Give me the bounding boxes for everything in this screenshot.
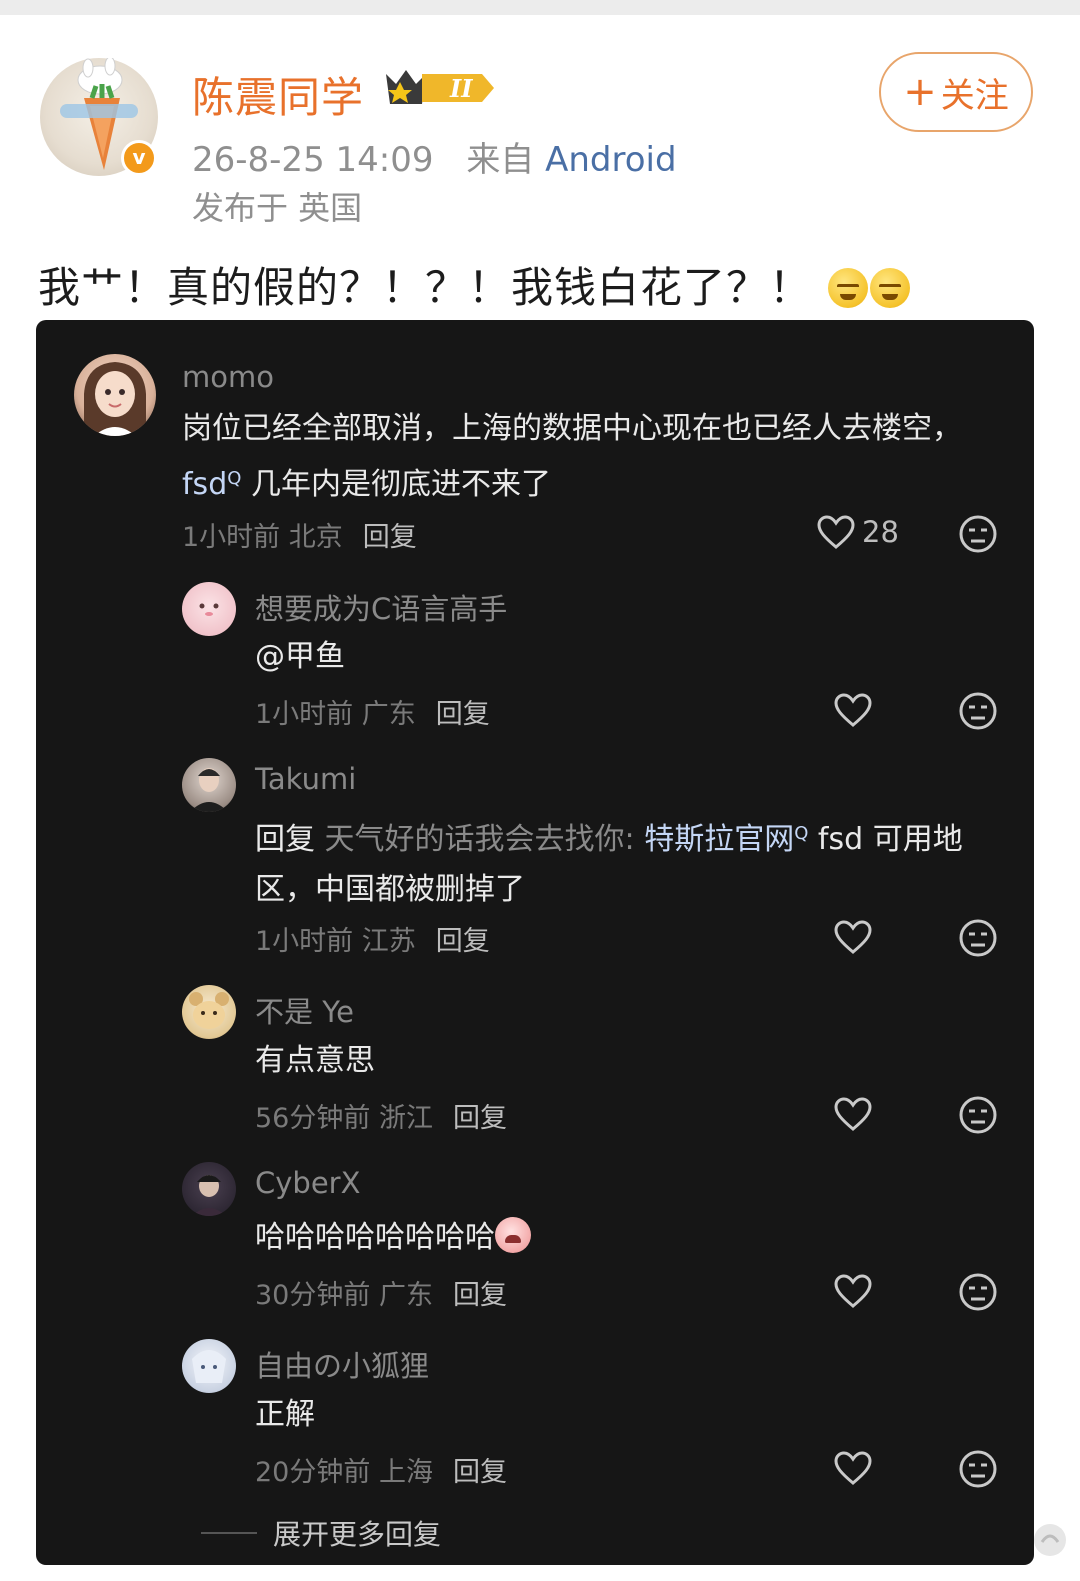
reply-prefix: 回复 — [255, 822, 315, 857]
comment-time: 20分钟前 上海 — [255, 1457, 433, 1488]
search-icon: Q — [227, 468, 242, 489]
comment-text-part: 区，中国都被删掉了 — [255, 872, 525, 907]
post-source[interactable]: Android — [545, 140, 676, 180]
reply-button[interactable]: 回复 — [453, 1457, 507, 1488]
heart-icon — [834, 1451, 872, 1485]
post-text-content: 我艹！真的假的？！？！我钱白花了？！ — [38, 263, 813, 312]
like-button[interactable] — [833, 1450, 873, 1486]
post-meta: 26-8-25 14:09 来自 Android — [192, 132, 677, 181]
dislike-face-icon[interactable] — [958, 514, 998, 558]
comment-username[interactable]: Takumi — [255, 762, 356, 796]
comment-text: 岗位已经全部取消，上海的数据中心现在也已经人去楼空， fsdQ 几年内是彻底进不… — [182, 404, 972, 510]
dislike-face-icon[interactable] — [958, 1095, 998, 1139]
follow-label: 关注 — [940, 75, 1009, 116]
fsd-link[interactable]: fsd — [182, 467, 227, 502]
plus-icon: + — [903, 69, 937, 115]
heart-icon — [834, 920, 872, 954]
reply-button[interactable]: 回复 — [436, 699, 490, 730]
comment-time: 1小时前 江苏 — [255, 926, 416, 957]
comment-username[interactable]: 想要成为C语言高手 — [255, 586, 507, 628]
comment-text: @甲鱼 — [255, 639, 345, 674]
dislike-face-icon[interactable] — [958, 918, 998, 962]
comment-meta: 1小时前 广东 回复 — [255, 692, 490, 731]
heart-icon — [834, 1274, 872, 1308]
comment-username[interactable]: CyberX — [255, 1166, 360, 1200]
comment-meta: 56分钟前 浙江 回复 — [255, 1096, 507, 1135]
dizzy-face-icon — [870, 268, 911, 308]
comment-username[interactable]: 自由の小狐狸 — [255, 1343, 429, 1385]
comment-meta: 1小时前 江苏 回复 — [255, 919, 490, 958]
comment-text-part: 岗位已经全部取消，上海的数据中心现在也已经人去楼空， — [182, 411, 962, 446]
comment-username[interactable]: 不是 Ye — [255, 989, 354, 1031]
comment-meta: 20分钟前 上海 回复 — [255, 1450, 507, 1489]
expand-more-label: 展开更多回复 — [273, 1518, 442, 1551]
comment-meta: 1小时前 北京 回复 — [182, 515, 417, 554]
avatar[interactable] — [182, 1339, 236, 1393]
like-button[interactable] — [833, 692, 873, 728]
divider — [201, 1532, 257, 1534]
level-crown-badge[interactable]: II — [382, 64, 496, 114]
author-name[interactable]: 陈震同学 — [192, 64, 364, 125]
comment-time: 56分钟前 浙江 — [255, 1103, 433, 1134]
dislike-face-icon[interactable] — [958, 1449, 998, 1493]
watermark-logo-icon — [1034, 1524, 1066, 1556]
reply-button[interactable]: 回复 — [363, 522, 417, 553]
crying-face-icon — [495, 1217, 531, 1253]
comment-text: 有点意思 — [255, 1043, 375, 1078]
expand-more-replies[interactable]: 展开更多回复 — [201, 1513, 441, 1553]
heart-icon — [834, 1097, 872, 1131]
reply-button[interactable]: 回复 — [453, 1280, 507, 1311]
comment-time: 30分钟前 广东 — [255, 1280, 433, 1311]
comment-text: 哈哈哈哈哈哈哈哈 — [255, 1213, 531, 1263]
avatar[interactable] — [182, 582, 236, 636]
comment-text: 正解 — [255, 1397, 315, 1432]
avatar[interactable] — [182, 985, 236, 1039]
embedded-comments-image[interactable]: momo 岗位已经全部取消，上海的数据中心现在也已经人去楼空， fsdQ 几年内… — [36, 320, 1034, 1565]
dizzy-face-icon — [828, 268, 869, 308]
like-button[interactable] — [833, 919, 873, 955]
like-button[interactable] — [833, 1273, 873, 1309]
follow-button[interactable]: + 关注 — [879, 52, 1033, 132]
via-prefix: 来自 — [466, 140, 535, 180]
tesla-site-link[interactable]: 特斯拉官网 — [644, 822, 794, 857]
avatar[interactable] — [74, 354, 156, 436]
dislike-face-icon[interactable] — [958, 1272, 998, 1316]
heart-icon — [834, 693, 872, 727]
comment-time: 1小时前 广东 — [255, 699, 416, 730]
comment-text-part: 几年内是彻底进不来了 — [250, 467, 551, 502]
heart-icon — [817, 515, 855, 549]
avatar[interactable] — [182, 758, 236, 812]
post-datetime: 26-8-25 14:09 — [192, 140, 434, 180]
comment-time: 1小时前 北京 — [182, 522, 343, 553]
comment-meta: 30分钟前 广东 回复 — [255, 1273, 507, 1312]
level-badge-text: II — [449, 74, 473, 103]
like-button[interactable]: 28 — [816, 514, 899, 550]
dislike-face-icon[interactable] — [958, 691, 998, 735]
avatar[interactable] — [182, 1162, 236, 1216]
post-text: 我艹！真的假的？！？！我钱白花了？！ — [38, 254, 911, 315]
search-icon: Q — [794, 823, 809, 844]
verified-badge-icon: v — [121, 140, 157, 176]
reply-button[interactable]: 回复 — [436, 926, 490, 957]
like-button[interactable] — [833, 1096, 873, 1132]
comment-text: 回复 天气好的话我会去找你: 特斯拉官网Q fsd 可用地 区，中国都被删掉了 — [255, 809, 1015, 915]
comment-username[interactable]: momo — [182, 360, 274, 394]
comment-text-part: 哈哈哈哈哈哈哈哈 — [255, 1220, 495, 1255]
reply-target[interactable]: 天气好的话我会去找你: — [325, 822, 635, 857]
like-count: 28 — [862, 515, 899, 549]
comment-text-part: fsd 可用地 — [817, 822, 963, 857]
post-location: 发布于 英国 — [192, 189, 363, 227]
top-strip — [0, 0, 1080, 15]
reply-button[interactable]: 回复 — [453, 1103, 507, 1134]
